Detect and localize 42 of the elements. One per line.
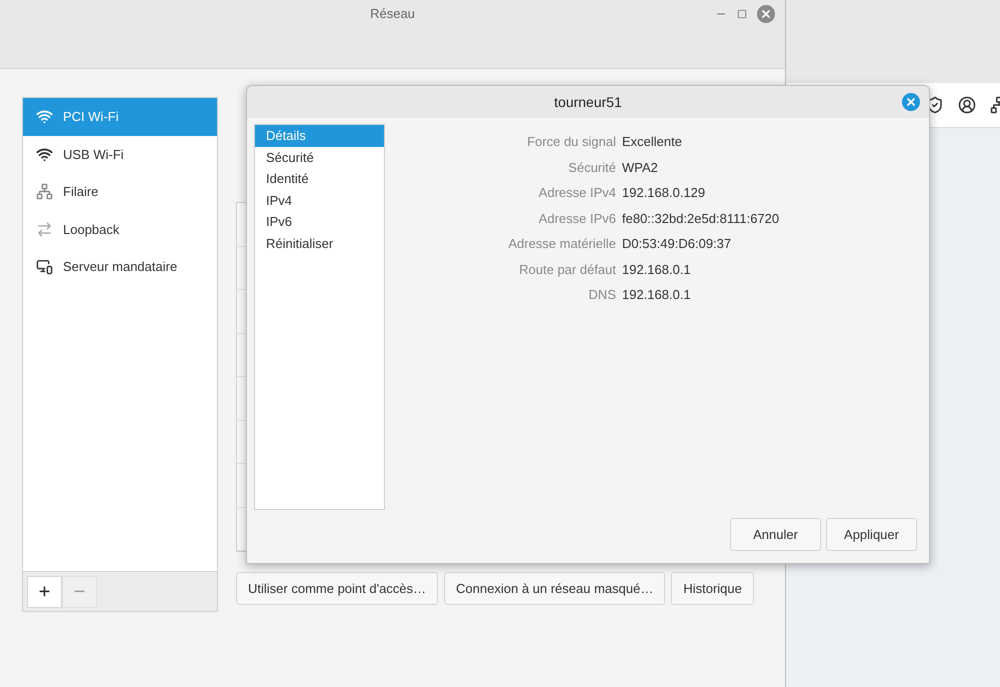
action-button[interactable]: Utiliser comme point d'accès… <box>236 572 438 605</box>
page-tab[interactable]: Sécurité <box>255 146 384 168</box>
window-title: Réseau <box>370 6 415 22</box>
wifi-icon <box>36 146 53 163</box>
action-button[interactable]: Historique <box>671 572 754 605</box>
detail-label: DNS <box>588 286 616 304</box>
close-icon <box>905 96 917 108</box>
detail-value: 192.168.0.1 <box>622 260 691 279</box>
wifi-icon <box>36 108 53 126</box>
page-tab[interactable]: Identité <box>255 168 384 190</box>
detail-value: fe80::32bd:2e5d:8111:6720 <box>622 210 780 228</box>
close-icon <box>760 8 772 20</box>
detail-label: Force du signal <box>526 133 616 152</box>
detail-value: WPA2 <box>622 158 658 177</box>
monitor-icon <box>36 258 53 276</box>
detail-value: 192.168.0.129 <box>622 184 706 202</box>
detail-value: D0:53:49:D6:09:37 <box>622 235 732 254</box>
wired-network-icon <box>36 183 53 200</box>
detail-label: Route par défaut <box>518 260 616 279</box>
close-button[interactable] <box>757 5 775 23</box>
sidebar-item[interactable]: Serveur mandataire <box>23 248 217 286</box>
detail-label: Adresse IPv6 <box>538 210 616 228</box>
maximize-icon[interactable] <box>737 9 747 19</box>
page-tab[interactable]: Réinitialiser <box>255 232 384 255</box>
page-tab[interactable]: IPv6 <box>255 211 384 233</box>
sidebar-item[interactable]: Filaire <box>23 173 217 210</box>
close-button[interactable] <box>902 93 920 111</box>
detail-value: 192.168.0.1 <box>622 286 691 304</box>
dialog-button[interactable]: Annuler <box>730 518 821 551</box>
sidebar-item[interactable]: Loopback <box>23 210 217 248</box>
action-button[interactable]: Connexion à un réseau masqué… <box>444 572 666 605</box>
add-button[interactable]: + <box>27 576 62 608</box>
detail-label: Sécurité <box>567 158 616 177</box>
dialog-title: tourneur51 <box>554 92 622 112</box>
detail-value: Excellente <box>622 133 682 152</box>
account-icon[interactable] <box>958 96 976 114</box>
detail-label: Adresse matérielle <box>507 235 616 254</box>
detail-label: Adresse IPv4 <box>538 184 616 202</box>
page-tab[interactable]: IPv4 <box>255 190 384 212</box>
sidebar-item[interactable]: USB Wi-Fi <box>23 136 217 173</box>
arrows-icon <box>36 220 53 238</box>
dialog-button[interactable]: Appliquer <box>826 518 917 551</box>
